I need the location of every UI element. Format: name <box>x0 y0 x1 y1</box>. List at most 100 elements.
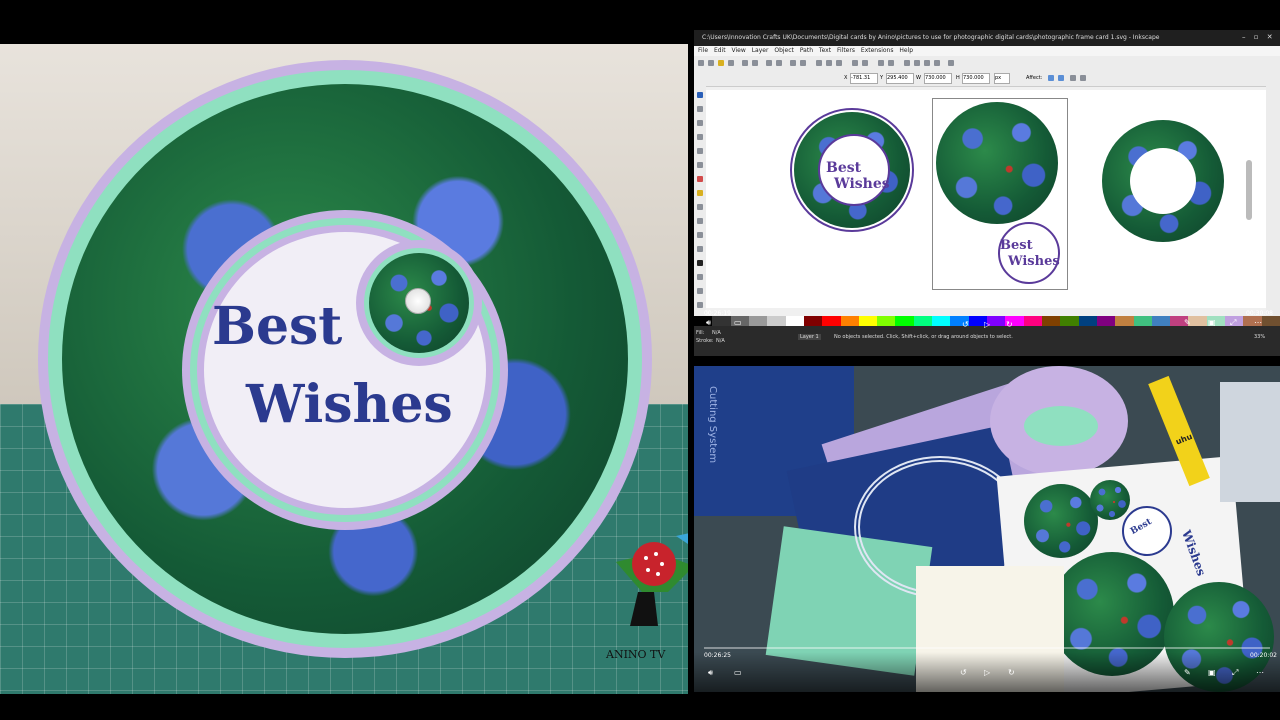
palette-swatch[interactable] <box>748 316 768 326</box>
ellipse-tool-icon[interactable] <box>697 176 703 182</box>
3dbox-tool-icon[interactable] <box>697 162 703 168</box>
miniplayer-icon[interactable]: ▣ <box>1208 318 1216 327</box>
edit-icon[interactable]: ✎ <box>1184 318 1191 327</box>
menu-edit[interactable]: Edit <box>714 47 726 54</box>
craft-more-icon[interactable]: ⋯ <box>1256 668 1264 677</box>
menu-help[interactable]: Help <box>899 47 913 54</box>
zoom-tool-icon[interactable] <box>697 134 703 140</box>
redo-icon[interactable] <box>776 60 782 66</box>
volume-icon[interactable]: 🔊︎ <box>706 318 711 328</box>
fill-stroke-icon[interactable] <box>904 60 910 66</box>
palette-swatch[interactable] <box>785 316 804 326</box>
palette-swatch[interactable] <box>840 316 859 326</box>
palette-swatch[interactable] <box>1151 316 1171 326</box>
craft-fullscreen-icon[interactable]: ⤢ <box>1232 668 1238 678</box>
craft-subtitles-icon[interactable]: ▭ <box>734 668 742 677</box>
zoom-out-icon[interactable] <box>826 60 832 66</box>
menu-path[interactable]: Path <box>800 47 813 54</box>
palette-swatch[interactable] <box>913 316 933 326</box>
calligraphy-tool-icon[interactable] <box>697 246 703 252</box>
zoom-in-icon[interactable] <box>816 60 822 66</box>
copy-icon[interactable] <box>790 60 796 66</box>
palette-swatch[interactable] <box>1115 316 1134 326</box>
subtitles-icon[interactable]: ▭ <box>734 318 742 327</box>
craft-forward-icon[interactable]: ↻ <box>1008 668 1015 677</box>
more-options-icon[interactable]: ⋯ <box>1254 318 1262 327</box>
craft-edit-icon[interactable]: ✎ <box>1184 668 1191 677</box>
w-field[interactable]: 730.000 <box>924 73 952 84</box>
layer-select[interactable]: Layer 1 <box>798 334 821 340</box>
palette-swatch[interactable] <box>932 316 951 326</box>
menu-extensions[interactable]: Extensions <box>861 47 894 54</box>
bucket-tool-icon[interactable] <box>697 302 703 308</box>
craft-volume-icon[interactable]: 🔊︎ <box>708 668 713 678</box>
pencil-tool-icon[interactable] <box>697 218 703 224</box>
affect-pattern-icon[interactable] <box>1080 75 1086 81</box>
paste-icon[interactable] <box>800 60 806 66</box>
eraser-tool-icon[interactable] <box>697 288 703 294</box>
affect-stroke-icon[interactable] <box>1048 75 1054 81</box>
palette-swatch[interactable] <box>767 316 786 326</box>
y-field[interactable]: 295.400 <box>886 73 914 84</box>
palette-swatch[interactable] <box>1023 316 1042 326</box>
duplicate-icon[interactable] <box>852 60 858 66</box>
craft-miniplayer-icon[interactable]: ▣ <box>1208 668 1216 677</box>
craft-seek-bar[interactable] <box>704 647 1270 649</box>
tweak-tool-icon[interactable] <box>697 120 703 126</box>
rect-tool-icon[interactable] <box>697 148 703 154</box>
menu-file[interactable]: File <box>698 47 708 54</box>
menu-view[interactable]: View <box>732 47 746 54</box>
new-doc-icon[interactable] <box>698 60 704 66</box>
craft-rewind-icon[interactable]: ↺ <box>960 668 967 677</box>
palette-swatch[interactable] <box>1261 316 1280 326</box>
menu-layer[interactable]: Layer <box>752 47 769 54</box>
node-tool-icon[interactable] <box>697 106 703 112</box>
affect-corners-icon[interactable] <box>1058 75 1064 81</box>
h-field[interactable]: 730.000 <box>962 73 990 84</box>
star-tool-icon[interactable] <box>697 190 703 196</box>
palette-swatch[interactable] <box>822 316 841 326</box>
close-icon[interactable]: ✕ <box>1267 33 1273 41</box>
spray-tool-icon[interactable] <box>697 274 703 280</box>
palette-swatch[interactable] <box>895 316 914 326</box>
palette-swatch[interactable] <box>712 316 731 326</box>
open-icon[interactable] <box>708 60 714 66</box>
align-icon[interactable] <box>934 60 940 66</box>
export-icon[interactable] <box>752 60 758 66</box>
ungroup-icon[interactable] <box>888 60 894 66</box>
play-icon[interactable]: ▷ <box>984 320 990 329</box>
undo-icon[interactable] <box>766 60 772 66</box>
palette-swatch[interactable] <box>1060 316 1079 326</box>
palette-swatch[interactable] <box>1188 316 1207 326</box>
palette-swatch[interactable] <box>877 316 896 326</box>
palette-swatch[interactable] <box>803 316 823 326</box>
x-field[interactable]: -781.31 <box>850 73 878 84</box>
forward-icon[interactable]: ↻ <box>1006 320 1013 329</box>
palette-swatch[interactable] <box>1041 316 1061 326</box>
craft-play-icon[interactable]: ▷ <box>984 668 990 677</box>
select-tool-icon[interactable] <box>697 92 703 98</box>
affect-gradient-icon[interactable] <box>1070 75 1076 81</box>
rewind-icon[interactable]: ↺ <box>962 320 969 329</box>
zoom-fit-icon[interactable] <box>836 60 842 66</box>
unit-select[interactable]: px <box>994 73 1010 84</box>
palette-swatch[interactable] <box>1096 316 1116 326</box>
maximize-icon[interactable]: ▫ <box>1254 33 1259 41</box>
menu-object[interactable]: Object <box>774 47 794 54</box>
minimize-icon[interactable]: – <box>1242 33 1246 41</box>
save-icon[interactable] <box>718 60 724 66</box>
menu-text[interactable]: Text <box>819 47 831 54</box>
xml-editor-icon[interactable] <box>924 60 930 66</box>
import-icon[interactable] <box>742 60 748 66</box>
print-icon[interactable] <box>728 60 734 66</box>
preferences-icon[interactable] <box>948 60 954 66</box>
clone-icon[interactable] <box>862 60 868 66</box>
fullscreen-icon[interactable]: ⤢ <box>1230 318 1236 328</box>
drawing-canvas[interactable]: Best Wishes Best Wishes <box>706 90 1266 308</box>
spiral-tool-icon[interactable] <box>697 204 703 210</box>
text-tool-icon[interactable] <box>697 260 703 266</box>
group-icon[interactable] <box>878 60 884 66</box>
palette-swatch[interactable] <box>858 316 878 326</box>
canvas-scrollbar[interactable] <box>1246 160 1252 220</box>
palette-swatch[interactable] <box>1133 316 1152 326</box>
